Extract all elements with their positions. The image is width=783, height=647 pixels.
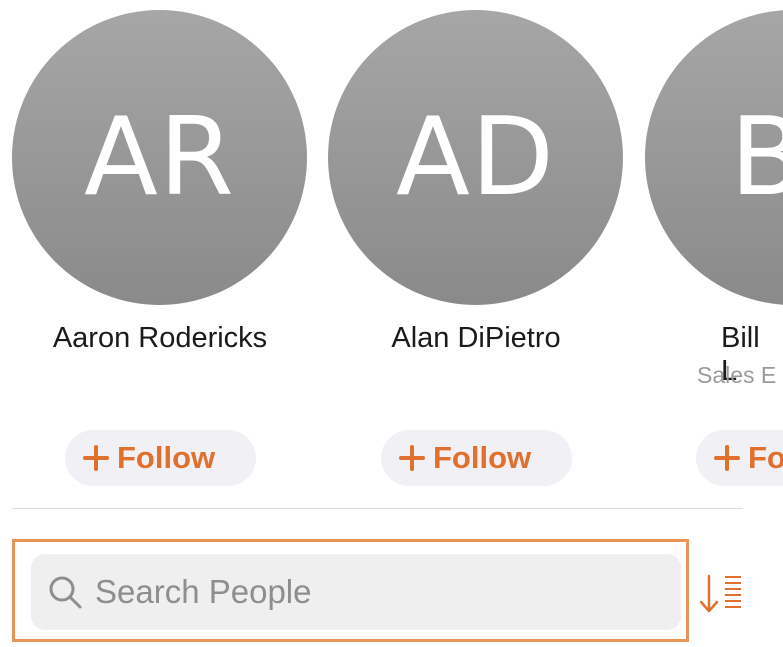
divider [12, 508, 743, 509]
follow-label: Follow [433, 440, 532, 475]
follow-button[interactable]: Follow [381, 430, 572, 486]
person-name: Aaron Rodericks [52, 322, 268, 354]
search-icon [49, 576, 82, 609]
person-subtitle: Sales E [697, 362, 777, 388]
person-card-bill[interactable]: B Bill L Sales E Fo [643, 0, 783, 490]
plus-icon [714, 445, 740, 471]
follow-button[interactable]: Follow [65, 430, 256, 486]
follow-label: Follow [117, 440, 216, 475]
plus-icon [83, 445, 109, 471]
search-field[interactable] [31, 554, 681, 630]
sort-icon[interactable] [700, 572, 748, 616]
avatar[interactable]: B [645, 10, 783, 305]
person-name: Alan DiPietro [391, 322, 561, 354]
search-input[interactable] [95, 573, 655, 611]
plus-icon [399, 445, 425, 471]
person-card-alan[interactable]: AD Alan DiPietro Follow [326, 0, 626, 490]
follow-label: Fo [748, 440, 783, 475]
person-card-aaron[interactable]: AR Aaron Rodericks Follow [10, 0, 310, 490]
follow-button[interactable]: Fo [696, 430, 783, 486]
avatar[interactable]: AR [12, 10, 307, 305]
avatar[interactable]: AD [328, 10, 623, 305]
